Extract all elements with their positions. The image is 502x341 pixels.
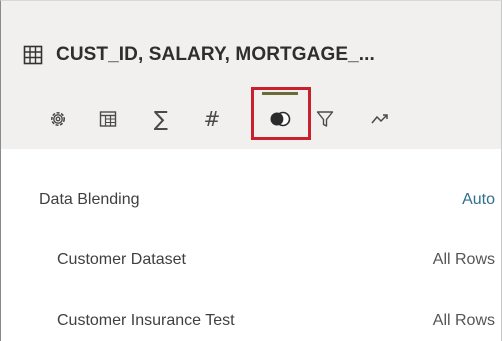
tab-analytics[interactable]: [363, 99, 397, 139]
dataset-rows-value[interactable]: All Rows: [433, 251, 501, 269]
dataset-label: Customer Insurance Test: [57, 312, 235, 329]
highlight-box: [251, 87, 311, 140]
trend-icon: [371, 112, 389, 126]
tab-columns[interactable]: [91, 99, 125, 139]
panel-header: CUST_ID, SALARY, MORTGAGE_... ∑ #: [1, 1, 501, 149]
tab-general[interactable]: [41, 99, 75, 139]
properties-panel: CUST_ID, SALARY, MORTGAGE_... ∑ # Data B…: [0, 0, 502, 341]
tab-aggregation[interactable]: ∑: [144, 99, 178, 139]
panel-title: CUST_ID, SALARY, MORTGAGE_...: [56, 44, 375, 65]
table-grid-icon: [23, 45, 43, 65]
data-blending-value[interactable]: Auto: [462, 191, 501, 209]
tab-filters[interactable]: [308, 99, 342, 139]
dataset-label: Customer Dataset: [57, 251, 186, 268]
tab-number-format[interactable]: #: [195, 99, 229, 139]
gear-icon: [48, 109, 68, 129]
columns-icon: [99, 110, 117, 128]
data-blending-label: Data Blending: [39, 191, 140, 208]
data-blending-row: Data Blending Auto: [1, 185, 501, 215]
dataset-row-customer: Customer Dataset All Rows: [1, 245, 501, 275]
dataset-rows-value[interactable]: All Rows: [433, 312, 501, 330]
dataset-row-insurance: Customer Insurance Test All Rows: [1, 306, 501, 336]
filter-icon: [316, 110, 334, 128]
title-row: CUST_ID, SALARY, MORTGAGE_...: [23, 41, 375, 69]
hash-icon: #: [203, 107, 221, 131]
sum-icon: ∑: [153, 106, 169, 131]
